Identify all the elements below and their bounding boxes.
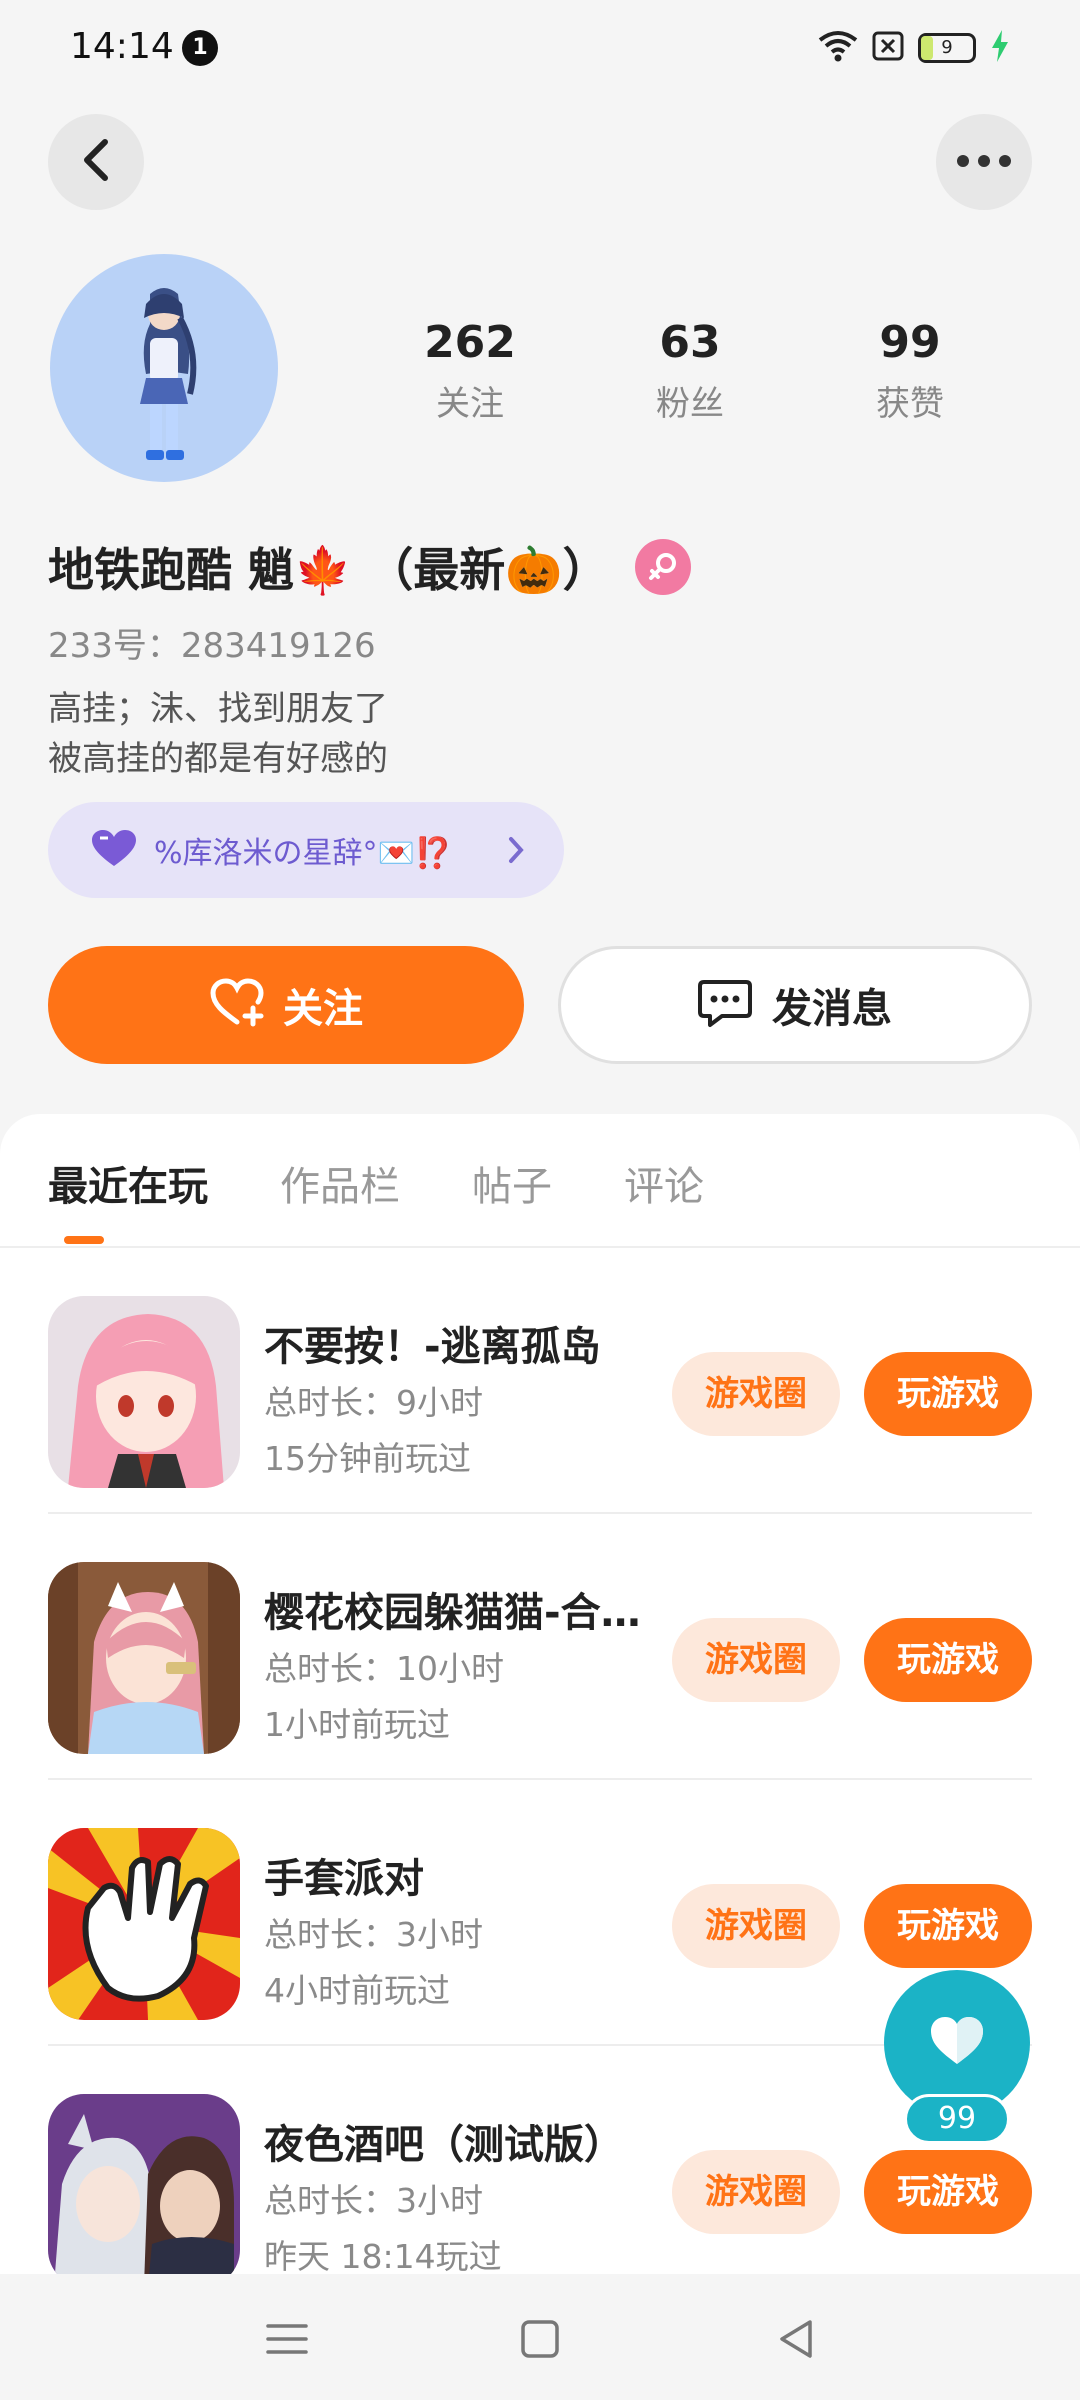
female-gender-icon [634, 539, 691, 595]
profile-stats: 262 关注 63 粉丝 99 获赞 [360, 316, 1020, 425]
avatar-character-image [140, 288, 197, 460]
heart-add-icon [209, 978, 265, 1032]
game-row[interactable]: 樱花校园躲猫猫-合… 总时长：10小时 1小时前玩过 游戏圈 玩游戏 [0, 1514, 1080, 1780]
stat-fans-label: 粉丝 [656, 384, 724, 424]
battery-level: 9 [941, 37, 953, 58]
user-id: 233号：283419126 [48, 626, 376, 666]
follow-button[interactable]: 关注 [48, 946, 524, 1064]
menu-nav-button[interactable] [262, 2314, 312, 2364]
back-button[interactable] [48, 114, 144, 210]
relationship-tag[interactable]: %库洛米の星辞°💌⁉️ [48, 802, 564, 898]
notification-badge: 1 [182, 30, 218, 66]
game-icon-glove-party[interactable] [48, 1828, 240, 2020]
stat-likes-count: 99 [879, 317, 941, 368]
stat-likes[interactable]: 99 获赞 [800, 316, 1020, 425]
game-title: 手套派对 [264, 1856, 424, 1902]
home-nav-button[interactable] [515, 2314, 565, 2364]
more-options-button[interactable] [936, 114, 1032, 210]
like-count: 99 [904, 2094, 1010, 2144]
game-last-played: 15分钟前玩过 [264, 1439, 471, 1478]
heart-icon [927, 2014, 987, 2072]
game-last-played: 昨天 18:14玩过 [264, 2237, 502, 2274]
play-game-button[interactable]: 玩游戏 [864, 1352, 1032, 1436]
stat-following[interactable]: 262 关注 [360, 316, 580, 425]
message-button[interactable]: 发消息 [558, 946, 1032, 1064]
back-nav-button[interactable] [772, 2314, 822, 2364]
tab-recently-played[interactable]: 最近在玩 [48, 1154, 208, 1212]
more-dots-icon [956, 153, 1012, 172]
stat-likes-label: 获赞 [876, 384, 944, 424]
game-icon-night-bar[interactable] [48, 2094, 240, 2274]
charging-icon [990, 30, 1010, 66]
home-square-icon [521, 2320, 559, 2358]
game-circle-button[interactable]: 游戏圈 [672, 1618, 840, 1702]
back-triangle-icon [780, 2320, 812, 2358]
tab-bar: 最近在玩 作品栏 帖子 评论 [48, 1154, 776, 1212]
follow-label: 关注 [283, 986, 363, 1032]
status-bar: 14:14 1 9 [0, 0, 1080, 96]
status-icons: 9 [818, 28, 1010, 68]
wifi-icon [818, 30, 858, 66]
game-circle-button[interactable]: 游戏圈 [672, 2150, 840, 2234]
tab-comments[interactable]: 评论 [624, 1154, 704, 1212]
stat-fans-count: 63 [659, 317, 721, 368]
menu-icon [266, 2324, 308, 2354]
bio-line: 高挂；沫、找到朋友了 [48, 689, 388, 729]
game-duration: 总时长：9小时 [264, 1383, 483, 1422]
chevron-right-icon [508, 836, 524, 868]
stat-following-count: 262 [424, 317, 516, 368]
play-game-button[interactable]: 玩游戏 [864, 1618, 1032, 1702]
tag-label: %库洛米の星辞°💌⁉️ [154, 836, 453, 871]
game-title: 樱花校园躲猫猫-合… [264, 1590, 641, 1636]
tab-works[interactable]: 作品栏 [280, 1154, 400, 1212]
active-tab-indicator [64, 1236, 104, 1244]
game-last-played: 4小时前玩过 [264, 1971, 450, 2010]
game-row[interactable]: 不要按！-逃离孤岛 总时长：9小时 15分钟前玩过 游戏圈 玩游戏 [0, 1248, 1080, 1514]
game-title: 夜色酒吧（测试版） [264, 2122, 624, 2168]
back-arrow-icon [81, 138, 111, 186]
stat-fans[interactable]: 63 粉丝 [580, 316, 800, 425]
game-title: 不要按！-逃离孤岛 [264, 1324, 601, 1370]
game-icon-sakura-school[interactable] [48, 1562, 240, 1754]
play-game-button[interactable]: 玩游戏 [864, 2150, 1032, 2234]
avatar[interactable] [50, 254, 278, 482]
game-duration: 总时长：3小时 [264, 1915, 483, 1954]
nickname: 地铁跑酷 魈🍁 （最新🎃） [48, 543, 609, 597]
game-duration: 总时长：10小时 [264, 1649, 504, 1688]
game-circle-button[interactable]: 游戏圈 [672, 1352, 840, 1436]
bio-line: 被高挂的都是有好感的 [48, 739, 388, 779]
game-circle-button[interactable]: 游戏圈 [672, 1884, 840, 1968]
game-last-played: 1小时前玩过 [264, 1705, 450, 1744]
system-navigation-bar [0, 2274, 1080, 2400]
bio: 高挂；沫、找到朋友了 被高挂的都是有好感的 [48, 684, 388, 784]
chat-bubble-icon [698, 978, 752, 1032]
stat-following-label: 关注 [436, 384, 504, 424]
tab-posts[interactable]: 帖子 [472, 1154, 552, 1212]
game-icon-escape-island[interactable] [48, 1296, 240, 1488]
message-label: 发消息 [772, 986, 892, 1032]
nickname-row: 地铁跑酷 魈🍁 （最新🎃） [48, 534, 691, 600]
status-time: 14:14 [70, 26, 174, 67]
purple-heart-icon [90, 828, 138, 872]
battery-icon: 9 [918, 33, 976, 63]
game-duration: 总时长：3小时 [264, 2181, 483, 2220]
sim-off-icon [872, 31, 904, 65]
play-game-button[interactable]: 玩游戏 [864, 1884, 1032, 1968]
